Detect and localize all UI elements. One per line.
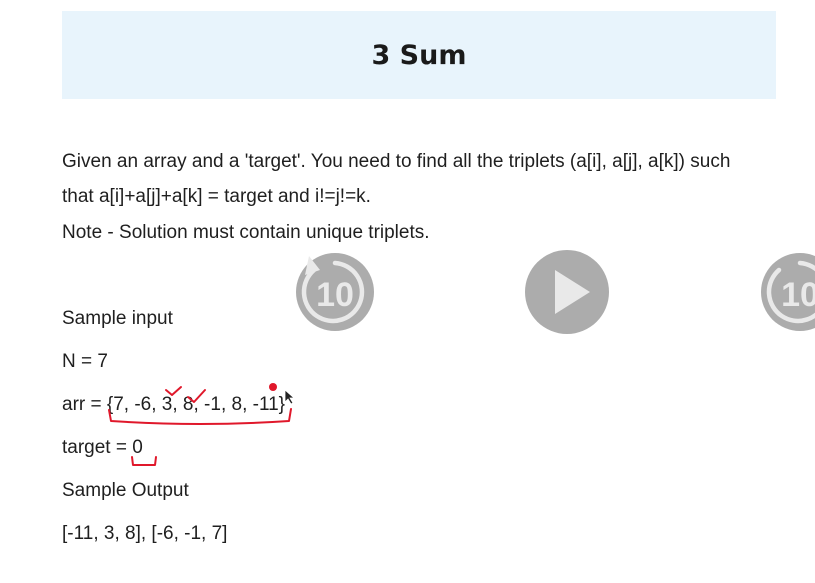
problem-line-1: Given an array and a 'target'. You need … [62,151,731,172]
sample-n: N = 7 [62,351,108,372]
title-banner: 3 Sum [62,11,776,99]
problem-note: Note - Solution must contain unique trip… [62,222,430,243]
rewind-seconds-label: 10 [316,276,354,314]
sample-output: [-11, 3, 8], [-6, -1, 7] [62,523,228,544]
sample-arr: arr = {7, -6, 3, 8, -1, 8, -11} [62,394,286,415]
page-title: 3 Sum [371,39,467,71]
forward-seconds-label: 10 [781,276,815,314]
sample-output-label: Sample Output [62,480,189,501]
sample-input-label: Sample input [62,308,173,329]
pen-dot [269,383,277,391]
problem-line-2: that a[i]+a[j]+a[k] = target and i!=j!=k… [62,186,371,207]
video-frame: 3 Sum Given an array and a 'target'. You… [0,0,815,583]
forward-10-button[interactable]: 10 [761,253,815,331]
play-button[interactable] [525,250,609,334]
mouse-cursor-icon [284,389,296,405]
sample-target: target = 0 [62,437,143,458]
rewind-10-button[interactable]: 10 [296,253,374,331]
